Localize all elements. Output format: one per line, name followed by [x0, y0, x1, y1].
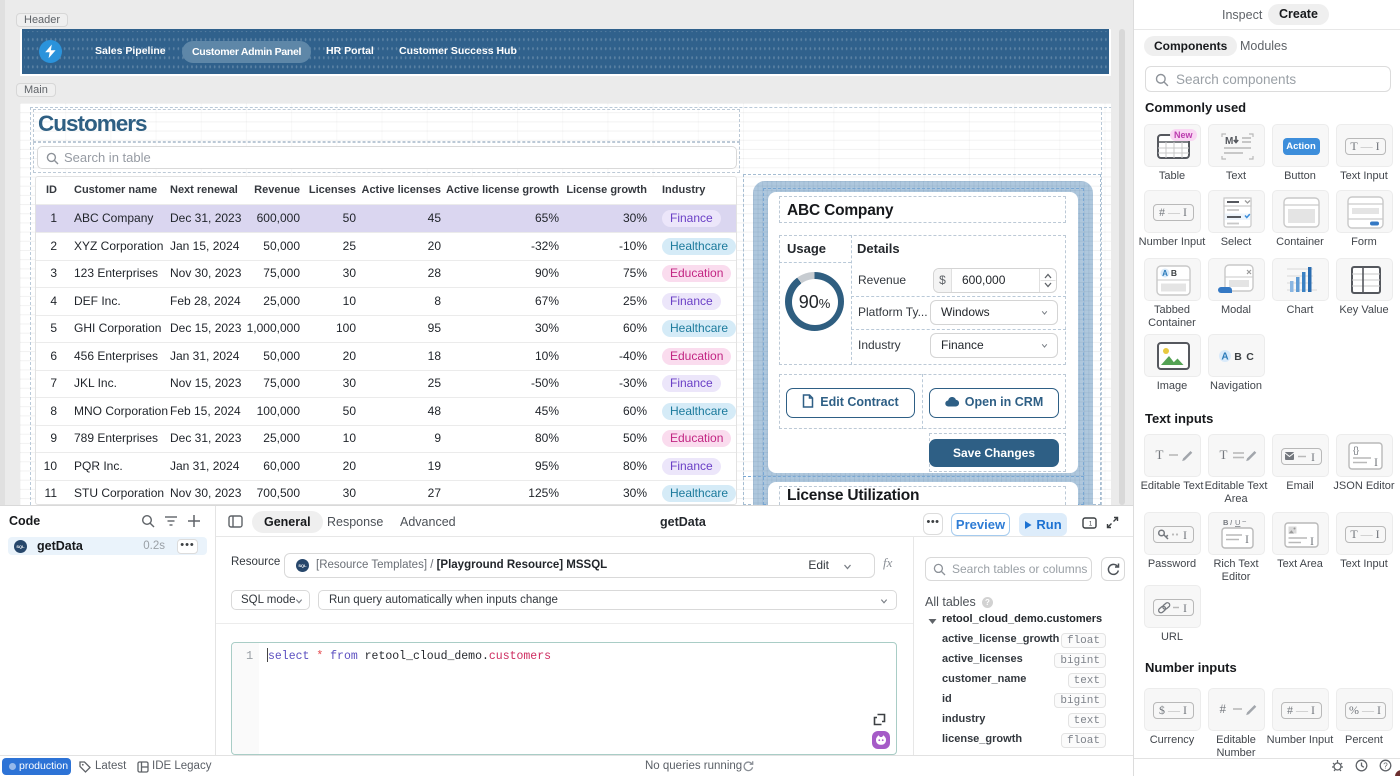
svg-text:A: A [1221, 351, 1228, 362]
svg-text:I: I [1311, 450, 1315, 464]
svg-text:I: I [1183, 601, 1187, 615]
svg-text:I: I [1183, 528, 1187, 542]
svg-text:I: I [1245, 532, 1249, 546]
svg-text:A: A [1162, 269, 1168, 278]
svg-text:I: I [1230, 518, 1232, 527]
svg-text:~: ~ [1242, 517, 1247, 526]
svg-text:I: I [1310, 534, 1314, 548]
svg-text:C: C [1246, 351, 1254, 363]
svg-text:I: I [1374, 455, 1378, 469]
svg-text:B: B [1234, 351, 1242, 363]
svg-text:{}: {} [1353, 445, 1359, 455]
svg-text:?: ? [1383, 761, 1388, 770]
svg-text:M: M [1225, 136, 1233, 147]
svg-text:B: B [1170, 268, 1176, 278]
svg-text:1: 1 [1089, 522, 1093, 528]
svg-text:U: U [1235, 518, 1240, 527]
svg-text:B: B [1223, 518, 1229, 527]
